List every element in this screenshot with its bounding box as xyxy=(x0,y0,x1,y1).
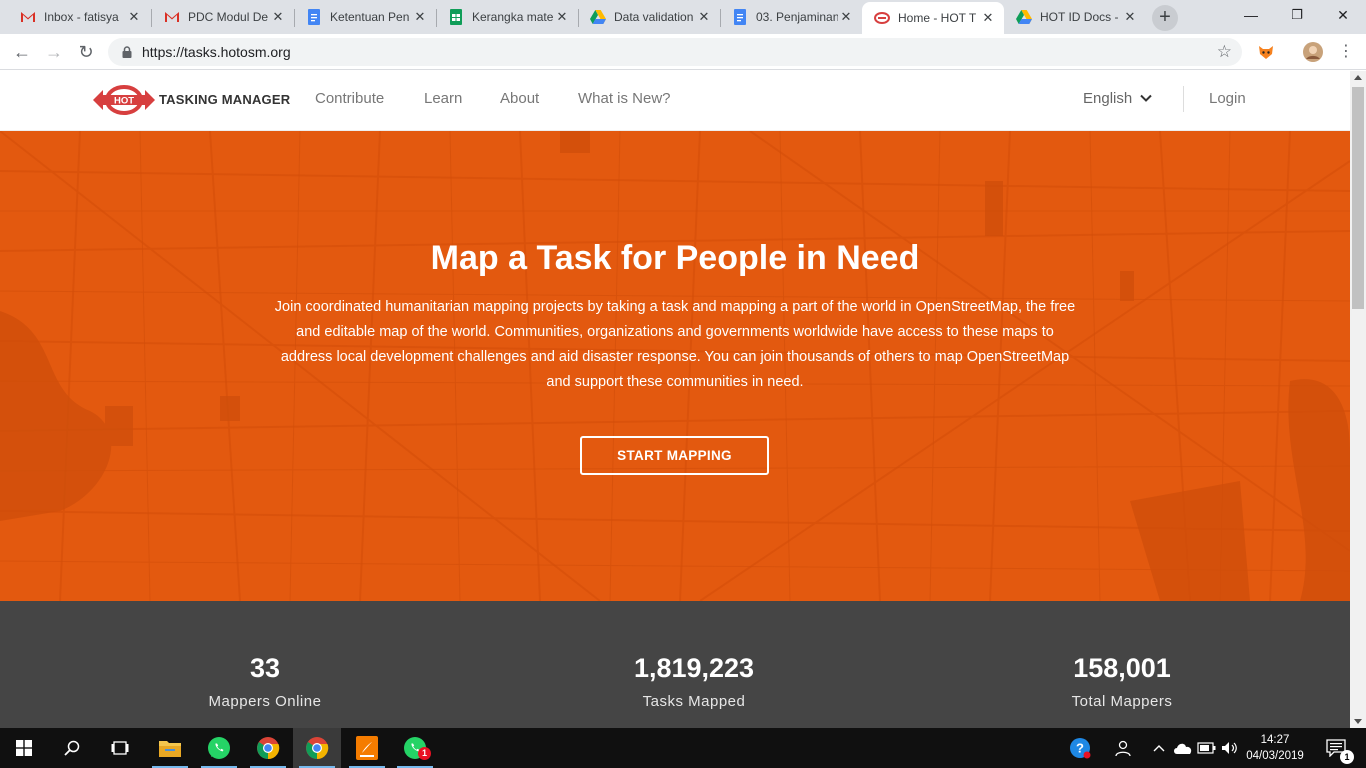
tab-title: Home - HOT T xyxy=(898,11,977,25)
close-tab-icon[interactable]: ✕ xyxy=(412,9,428,25)
sheets-icon xyxy=(448,9,464,25)
svg-text:?: ? xyxy=(1076,741,1084,756)
browser-tab-4[interactable]: Kerangka mate ✕ xyxy=(436,2,578,32)
brand-name[interactable]: TASKING MANAGER xyxy=(159,71,290,129)
scroll-down-arrow-icon[interactable] xyxy=(1354,719,1362,724)
pdf-reader-icon[interactable] xyxy=(343,728,391,768)
page-scrollbar[interactable] xyxy=(1350,71,1366,728)
battery-icon[interactable] xyxy=(1196,728,1218,768)
header-divider xyxy=(1183,86,1184,112)
file-explorer-icon[interactable] xyxy=(146,728,194,768)
drive-icon xyxy=(590,9,606,25)
browser-tab-active[interactable]: Home - HOT T ✕ xyxy=(862,2,1004,34)
close-tab-icon[interactable]: ✕ xyxy=(1122,9,1138,25)
whatsapp-icon[interactable] xyxy=(195,728,243,768)
start-mapping-button[interactable]: START MAPPING xyxy=(580,436,769,475)
task-view-icon[interactable] xyxy=(96,728,144,768)
windows-taskbar: 1 ? 14:27 04/03/2019 1 xyxy=(0,728,1366,768)
browser-tab-8[interactable]: HOT ID Docs - ✕ xyxy=(1004,2,1146,32)
close-tab-icon[interactable]: ✕ xyxy=(980,10,996,26)
clock-time: 14:27 xyxy=(1260,734,1290,746)
close-tab-icon[interactable]: ✕ xyxy=(838,9,854,25)
docs-icon xyxy=(306,9,322,25)
browser-tab-5[interactable]: Data validation ✕ xyxy=(578,2,720,32)
hero-banner: Map a Task for People in Need Join coord… xyxy=(0,131,1350,601)
stat-value: 33 xyxy=(249,653,281,683)
close-tab-icon[interactable]: ✕ xyxy=(696,9,712,25)
login-link[interactable]: Login xyxy=(1209,71,1246,127)
reload-icon[interactable]: ↻ xyxy=(72,38,100,66)
search-icon[interactable] xyxy=(48,728,96,768)
minimize-icon[interactable]: — xyxy=(1228,0,1274,30)
nav-contribute[interactable]: Contribute xyxy=(315,71,384,127)
chevron-up-icon[interactable] xyxy=(1150,728,1168,768)
browser-tab-1[interactable]: Inbox - fatisya ✕ xyxy=(8,2,150,32)
whatsapp-notification-icon[interactable]: 1 xyxy=(391,728,439,768)
browser-toolbar: ← → ↻ https://tasks.hotosm.org ☆ ⋮ xyxy=(0,34,1366,70)
gmail-icon xyxy=(164,9,180,25)
chevron-down-icon[interactable] xyxy=(1139,91,1153,105)
system-clock[interactable]: 14:27 04/03/2019 xyxy=(1242,732,1308,764)
menu-kebab-icon[interactable]: ⋮ xyxy=(1332,38,1360,66)
bookmark-star-icon[interactable]: ☆ xyxy=(1217,38,1232,66)
stat-label: Mappers Online xyxy=(208,693,322,710)
browser-tab-3[interactable]: Ketentuan Pen ✕ xyxy=(294,2,436,32)
back-icon[interactable]: ← xyxy=(8,38,36,66)
volume-icon[interactable] xyxy=(1219,728,1241,768)
hero-description: Join coordinated humanitarian mapping pr… xyxy=(274,299,1076,390)
lock-icon xyxy=(120,45,134,59)
docs-icon xyxy=(732,9,748,25)
scroll-up-arrow-icon[interactable] xyxy=(1354,75,1362,80)
stat-value: 1,819,223 xyxy=(633,653,755,683)
close-tab-icon[interactable]: ✕ xyxy=(554,9,570,25)
browser-tab-strip: Inbox - fatisya ✕ PDC Modul De ✕ Ketentu… xyxy=(0,0,1366,34)
site-header: HOT TASKING MANAGER Contribute Learn Abo… xyxy=(0,71,1350,131)
tab-title: Inbox - fatisya xyxy=(44,10,119,24)
windows-start-icon[interactable] xyxy=(0,728,48,768)
extension-fox-icon[interactable] xyxy=(1252,38,1280,66)
tab-title: Kerangka mate xyxy=(472,10,554,24)
forward-icon[interactable]: → xyxy=(40,38,68,66)
tab-title: PDC Modul De xyxy=(188,10,269,24)
profile-avatar[interactable] xyxy=(1299,38,1327,66)
stat-label: Tasks Mapped xyxy=(642,693,746,710)
close-tab-icon[interactable]: ✕ xyxy=(270,9,286,25)
stat-label: Total Mappers xyxy=(1071,693,1173,710)
browser-tab-6[interactable]: 03. Penjaminan ✕ xyxy=(720,2,862,32)
hot-logo[interactable]: HOT xyxy=(93,81,155,119)
people-icon[interactable] xyxy=(1110,728,1138,768)
notification-count-badge: 1 xyxy=(1340,750,1354,764)
clock-date: 04/03/2019 xyxy=(1246,750,1304,762)
hero-title: Map a Task for People in Need xyxy=(430,239,920,277)
new-tab-button[interactable]: + xyxy=(1152,5,1178,31)
help-icon[interactable]: ? xyxy=(1066,728,1094,768)
chrome-active-icon[interactable] xyxy=(293,728,341,768)
tab-title: Ketentuan Pen xyxy=(330,10,410,24)
nav-learn[interactable]: Learn xyxy=(424,71,462,127)
logo-text: HOT xyxy=(114,96,134,107)
tab-title: HOT ID Docs - xyxy=(1040,10,1119,24)
tab-title: Data validation xyxy=(614,10,694,24)
onedrive-cloud-icon[interactable] xyxy=(1172,728,1194,768)
maximize-icon[interactable]: ❐ xyxy=(1274,0,1320,30)
hot-icon xyxy=(874,10,890,26)
notification-badge: 1 xyxy=(418,747,431,760)
tab-title: 03. Penjaminan xyxy=(756,10,838,24)
action-center-icon[interactable]: 1 xyxy=(1318,728,1354,768)
nav-about[interactable]: About xyxy=(500,71,539,127)
nav-whats-new[interactable]: What is New? xyxy=(578,71,671,127)
url-text[interactable]: https://tasks.hotosm.org xyxy=(142,38,291,66)
stat-value: 158,001 xyxy=(1073,653,1171,683)
address-bar[interactable]: https://tasks.hotosm.org ☆ xyxy=(108,38,1242,66)
close-tab-icon[interactable]: ✕ xyxy=(126,9,142,25)
drive-icon xyxy=(1016,9,1032,25)
gmail-icon xyxy=(20,9,36,25)
scroll-thumb[interactable] xyxy=(1352,87,1364,309)
browser-tab-2[interactable]: PDC Modul De ✕ xyxy=(152,2,294,32)
language-selector[interactable]: English xyxy=(1083,71,1132,127)
stats-section: 33 Mappers Online 1,819,223 Tasks Mapped… xyxy=(0,601,1350,728)
chrome-icon[interactable] xyxy=(244,728,292,768)
window-close-icon[interactable]: ✕ xyxy=(1320,0,1366,30)
